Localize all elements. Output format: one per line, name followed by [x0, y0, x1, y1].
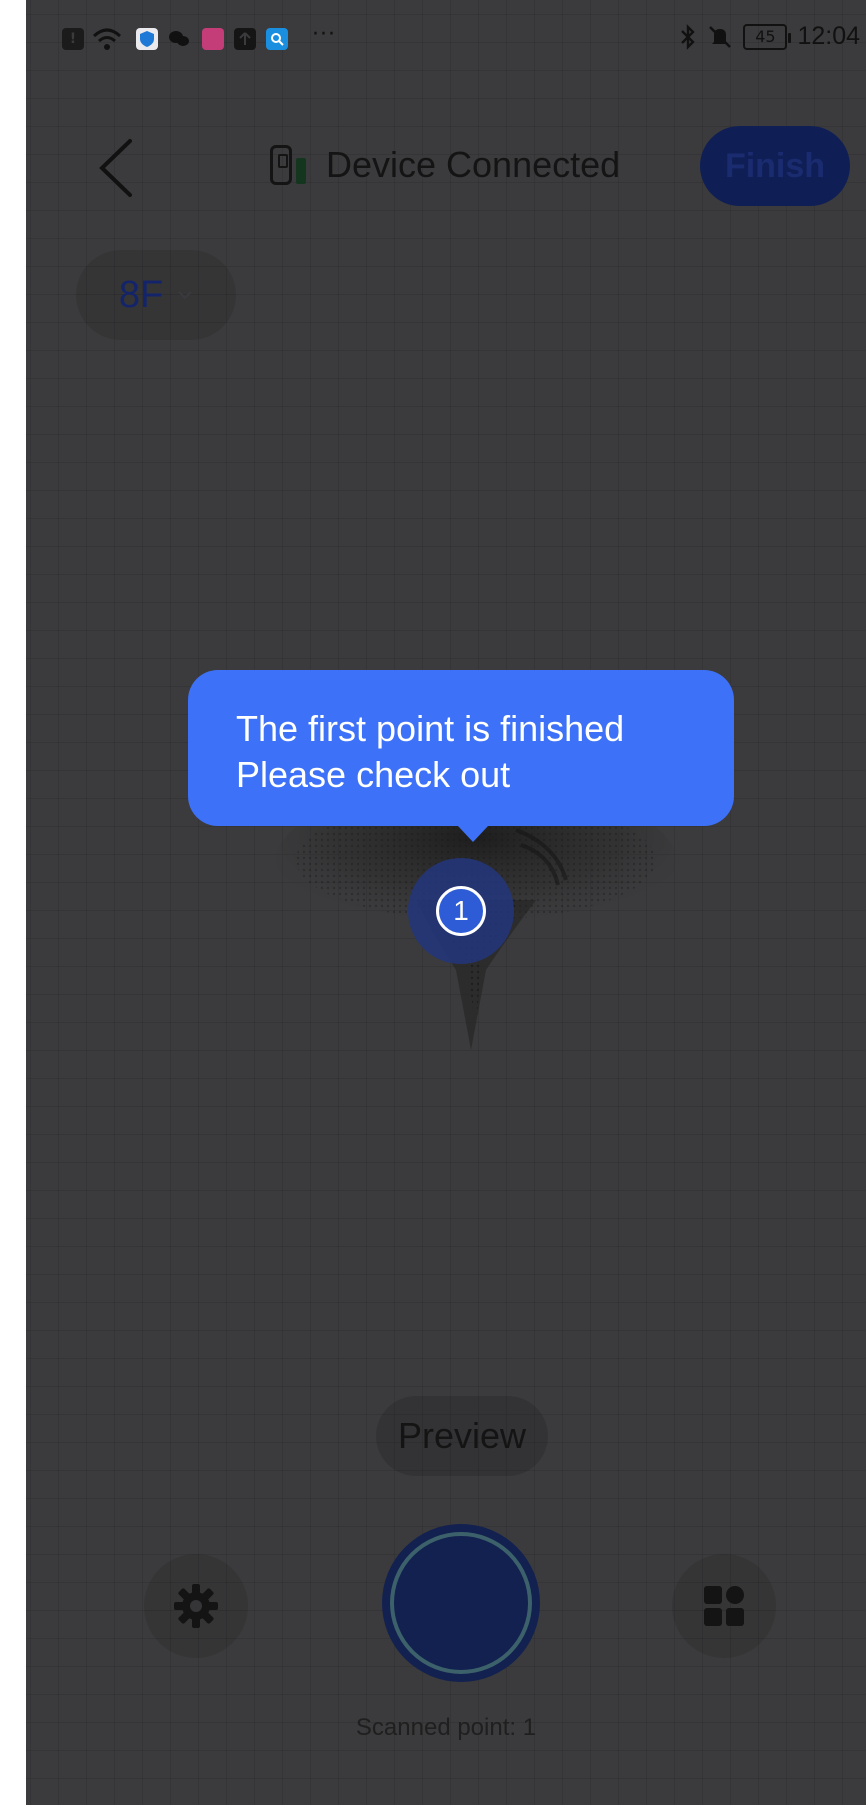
scanner-device-icon [270, 145, 292, 185]
finish-button[interactable]: Finish [700, 126, 850, 206]
device-status-text: Device Connected [326, 144, 621, 185]
preview-button[interactable]: Preview [376, 1396, 548, 1476]
notification-icon: ! [62, 28, 84, 50]
status-time: 12:04 [797, 22, 860, 50]
floor-selector[interactable]: 8F [76, 250, 236, 340]
scan-point-number: 1 [436, 886, 486, 936]
floor-label: 8F [118, 273, 164, 316]
shield-app-icon [136, 28, 158, 50]
scanned-point-count: Scanned point: 1 [355, 1714, 537, 1741]
upload-icon [234, 28, 256, 50]
layout-grid-button[interactable] [672, 1554, 776, 1658]
grid-icon [704, 1586, 744, 1626]
book-app-icon [202, 28, 224, 50]
tooltip-line-2: Please check out [236, 754, 511, 795]
chevron-down-icon [178, 291, 192, 300]
silent-bell-icon [709, 25, 732, 48]
tooltip-line-1: The first point is finished [236, 708, 625, 749]
battery-level: 45 [755, 27, 776, 46]
status-overflow-dots: ··· [312, 22, 336, 47]
scan-shutter-button[interactable] [382, 1524, 540, 1682]
status-bar: ! ··· 45 12:04 [26, 0, 866, 80]
wechat-icon [168, 28, 190, 50]
gear-icon [174, 1584, 218, 1628]
status-right-group: 45 12:04 [679, 22, 860, 51]
battery-icon: 45 [743, 23, 792, 50]
back-button[interactable] [86, 133, 146, 203]
bluetooth-icon [681, 23, 696, 50]
wifi-icon [92, 28, 122, 50]
scan-point-marker[interactable]: 1 [408, 858, 514, 964]
chevron-left-icon [99, 139, 132, 197]
tooltip-arrow [458, 826, 488, 842]
device-connection-status: Device Connected [270, 144, 620, 186]
search-app-icon [266, 28, 288, 50]
first-point-tooltip: The first point is finished Please check… [188, 670, 734, 826]
settings-button[interactable] [144, 1554, 248, 1658]
shutter-ring [390, 1532, 532, 1674]
device-battery-icon [296, 158, 306, 184]
scan-screen: ! ··· 45 12:04 Device Connected Finish 8… [26, 0, 866, 1805]
